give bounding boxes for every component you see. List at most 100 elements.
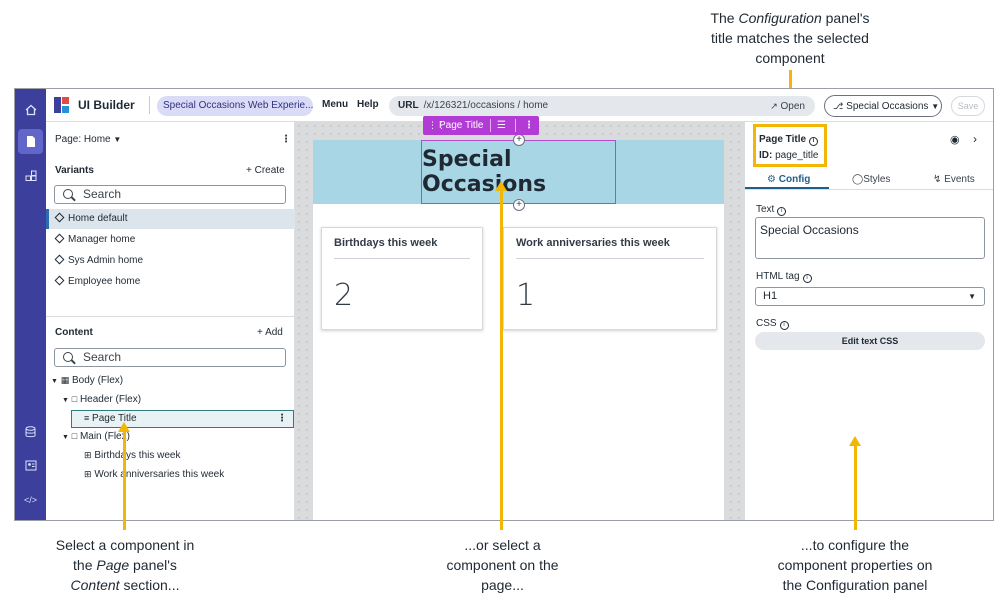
callout-left: Select a component in the Page panel's C…: [55, 537, 195, 593]
callout-right-arrow: [854, 445, 857, 530]
topbar-separator: [149, 96, 150, 114]
card-divider: [334, 258, 470, 259]
variants-search-input[interactable]: Search: [54, 185, 286, 204]
html-tag-select[interactable]: H1 ▼: [755, 287, 985, 306]
page-panel-more-icon[interactable]: ⋮: [281, 134, 291, 145]
variant-item[interactable]: Manager home: [46, 230, 295, 250]
tutorial-figure: The Configuration panel's title matches …: [0, 0, 1008, 604]
diamond-icon: [54, 275, 65, 286]
callout-mid-arrowhead: [495, 181, 507, 191]
tab-styles[interactable]: ◯Styles: [852, 174, 890, 185]
variant-item[interactable]: Home default: [46, 209, 295, 229]
css-label: CSS i: [756, 318, 789, 330]
info-icon[interactable]: i: [802, 274, 812, 283]
caret-down-icon: ▼: [62, 397, 69, 404]
container-icon: □: [71, 394, 78, 404]
birthdays-card[interactable]: Birthdays this week 2: [321, 227, 483, 330]
text-field-label: Text i: [756, 204, 787, 216]
code-rail-button[interactable]: </>: [18, 487, 43, 512]
edit-text-css-button[interactable]: Edit text CSS: [755, 332, 985, 350]
components-rail-button[interactable]: [18, 163, 43, 188]
add-above-button[interactable]: +: [513, 134, 525, 146]
pages-rail-button[interactable]: [18, 129, 43, 154]
add-below-button[interactable]: +: [513, 199, 525, 211]
caret-down-icon: ▼: [968, 292, 976, 301]
help-button[interactable]: Help: [357, 99, 379, 110]
panel-divider: [46, 316, 295, 317]
home-rail-button[interactable]: [18, 97, 43, 122]
info-icon[interactable]: i: [777, 207, 787, 216]
ui-builder-logo: [54, 97, 70, 113]
variant-item[interactable]: Sys Admin home: [46, 251, 295, 271]
callout-top: The Configuration panel's title matches …: [710, 10, 870, 66]
html-tag-label: HTML tag i: [756, 271, 812, 283]
page-preview: Special Occasions + + Birthdays this wee…: [313, 134, 724, 520]
text-lines-icon: ≡: [84, 413, 90, 423]
more-icon[interactable]: ⋮: [277, 411, 287, 426]
tree-item-header[interactable]: ▼ □ Header (Flex): [62, 394, 141, 405]
tab-config[interactable]: ⚙ Config: [767, 174, 810, 185]
left-rail: </>: [15, 89, 46, 520]
card-value: 1: [516, 278, 536, 313]
diamond-icon: [54, 212, 65, 223]
more-icon[interactable]: ⋮: [524, 116, 534, 135]
callout-right-arrowhead: [849, 436, 861, 446]
url-bar[interactable]: URL/x/126321/occasions / home ↗ Open: [389, 96, 815, 116]
diamond-icon: [54, 254, 65, 265]
configuration-panel: Page Title i ID: page_title ◉ › ⚙ Config …: [744, 122, 993, 520]
page-tree-icon: ⎇: [833, 101, 844, 111]
card-value: 2: [334, 278, 354, 313]
menu-button[interactable]: Menu: [322, 99, 348, 110]
tree-item-body[interactable]: ▼ ▦ Body (Flex): [51, 375, 123, 386]
info-icon[interactable]: i: [809, 137, 819, 146]
page-icon: [26, 136, 35, 147]
content-search-input[interactable]: Search: [54, 348, 286, 367]
callout-mid: ...or select a component on the page...: [446, 537, 559, 593]
page-canvas[interactable]: Special Occasions + + Birthdays this wee…: [295, 116, 744, 520]
database-icon: [25, 425, 36, 437]
settings-sliders-icon[interactable]: ☰: [497, 116, 506, 135]
config-panel-title: Page Title i: [759, 134, 819, 146]
tree-item-main[interactable]: ▼ □ Main (Flex): [62, 431, 130, 442]
selection-toolbar[interactable]: ⋮⋮ Page Title ☰ ⋮: [423, 116, 539, 135]
active-tab-underline: [745, 187, 829, 189]
caret-down-icon: ▼: [62, 434, 69, 441]
components-icon: [25, 170, 36, 181]
card-title: Birthdays this week: [334, 237, 438, 249]
text-input[interactable]: Special Occasions: [755, 217, 985, 259]
content-heading: Content: [55, 327, 93, 338]
eye-icon[interactable]: ◉: [950, 133, 960, 146]
search-icon: [63, 352, 73, 362]
component-id: ID: page_title: [759, 150, 819, 161]
caret-down-icon: ▼: [51, 378, 58, 385]
open-link[interactable]: ↗ Open: [770, 96, 805, 117]
caret-down-icon: ▼: [931, 102, 940, 111]
tab-events[interactable]: ↯ Events: [933, 174, 975, 185]
client-state-rail-button[interactable]: [18, 453, 43, 478]
caret-down-icon: ▼: [113, 135, 122, 144]
tree-item-page-title[interactable]: ≡ Page Title ⋮: [71, 410, 294, 428]
card-divider: [516, 258, 704, 259]
save-button[interactable]: Save: [951, 96, 985, 116]
page-title-component[interactable]: Special Occasions: [421, 140, 616, 204]
page-select-dropdown[interactable]: ⎇ Special Occasions ▼: [824, 95, 942, 117]
palette-icon: ◯: [852, 174, 864, 185]
layout-icon: ▦: [60, 375, 70, 385]
page-selector[interactable]: Page: Home ▼: [55, 134, 121, 145]
code-icon: </>: [23, 494, 37, 505]
add-component-button[interactable]: + Add: [257, 327, 283, 338]
chevron-right-icon[interactable]: ›: [973, 132, 977, 146]
bolt-icon: ↯: [933, 174, 942, 185]
tree-item-anniversaries[interactable]: ⊞ Work anniversaries this week: [84, 469, 224, 480]
callout-left-arrowhead: [118, 422, 130, 432]
info-icon[interactable]: i: [779, 321, 789, 330]
app-title: UI Builder: [78, 98, 135, 112]
create-variant-button[interactable]: + Create: [246, 165, 285, 176]
page-panel: Page: Home ▼ ⋮ Variants + Create Search …: [46, 122, 295, 520]
experience-pill[interactable]: Special Occasions Web Experie...: [157, 96, 313, 116]
search-icon: [63, 189, 73, 199]
tree-item-birthdays[interactable]: ⊞ Birthdays this week: [84, 450, 180, 461]
variant-item[interactable]: Employee home: [46, 272, 295, 292]
data-rail-button[interactable]: [18, 419, 43, 444]
anniversaries-card[interactable]: Work anniversaries this week 1: [503, 227, 717, 330]
